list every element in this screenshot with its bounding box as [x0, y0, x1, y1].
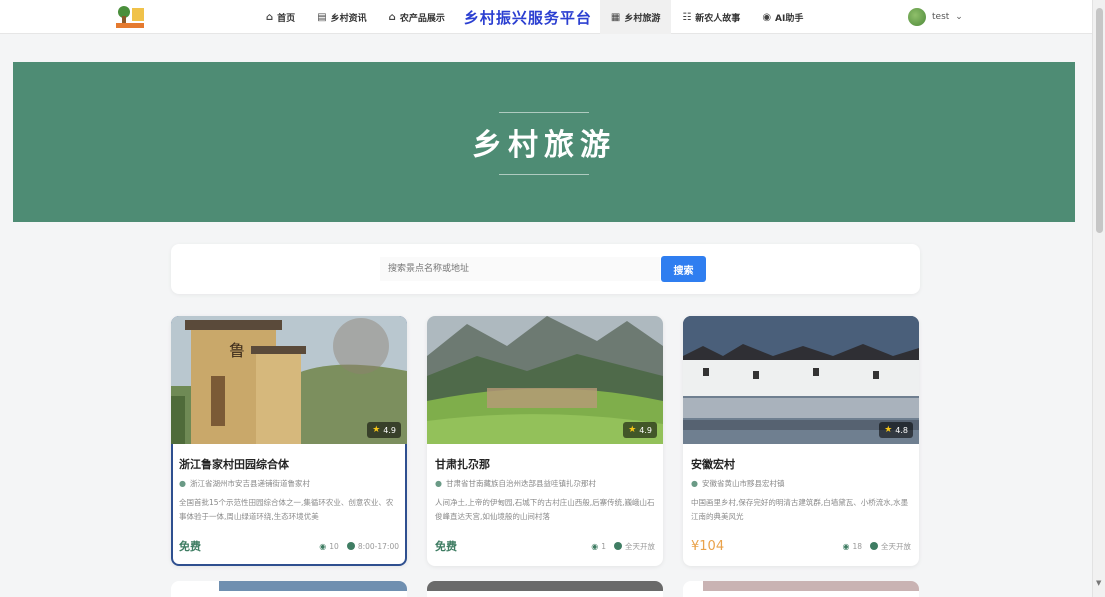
platform-title: 乡村振兴服务平台 — [463, 8, 592, 27]
nav-item-tourism[interactable]: ▦ 乡村旅游 — [599, 0, 672, 34]
location-pin-icon: ● — [435, 479, 442, 488]
card-meta: ◉ 10 8:00-17:00 — [319, 541, 399, 551]
attraction-card-peek[interactable] — [171, 581, 407, 597]
top-navbar: ⌂ 首页 ▤ 乡村资讯 ⌂ 农产品展示 乡村振兴服务平台 ▦ 乡村旅游 ☷ 新农… — [0, 0, 1092, 34]
clock-icon — [346, 542, 355, 550]
card-footer: 免费 ◉ 1 全天开放 — [435, 537, 655, 555]
clock-icon — [870, 542, 878, 550]
card-footer: 免费 ◉ 10 8:00-17:00 — [179, 537, 399, 555]
rating-badge: ★ 4.9 — [367, 422, 401, 438]
location-pin-icon: ● — [691, 479, 698, 488]
search-input[interactable] — [380, 257, 660, 281]
price-label: 免费 — [179, 540, 201, 553]
attraction-description: 人间净土,上帝的伊甸园,石城下的古村庄山西般,后寨传统,巍峨山石俊峰直达天宫,如… — [435, 498, 655, 521]
eye-icon: ◉ — [319, 541, 327, 551]
nav-item-news[interactable]: ▤ 乡村资讯 — [306, 0, 377, 34]
card-footer: ¥104 ◉ 18 全天开放 — [691, 537, 911, 555]
attraction-card-hongcun[interactable]: ★ 4.8 安徽宏村 ● 安徽省黄山市黟县宏村镇 中国画里乡村,保存完好的明清古… — [683, 316, 919, 566]
home-icon: ⌂ — [266, 11, 274, 23]
attraction-description: 中国画里乡村,保存完好的明清古建筑群,白墙黛瓦、小桥流水,水墨江南的典美风光 — [691, 498, 909, 521]
user-name: test — [932, 12, 950, 22]
scrollbar-thumb[interactable] — [1096, 8, 1103, 233]
people-icon: ☷ — [682, 11, 692, 23]
nav-item-stories[interactable]: ☷ 新农人故事 — [671, 0, 751, 34]
site-logo[interactable] — [113, 3, 147, 29]
attraction-location: ● 甘肃省甘南藏族自治州迭部县益哇镇扎尕那村 — [435, 479, 596, 488]
robot-icon: ◉ — [762, 11, 772, 23]
attraction-title: 浙江鲁家村田园综合体 — [179, 458, 289, 471]
rating-badge: ★ 4.9 — [623, 422, 657, 438]
attraction-title: 安徽宏村 — [691, 458, 735, 471]
attraction-card-zhagana[interactable]: ★ 4.9 甘肃扎尕那 ● 甘肃省甘南藏族自治州迭部县益哇镇扎尕那村 人间净土,… — [427, 316, 663, 566]
avatar — [908, 8, 926, 26]
attraction-location: ● 浙江省湖州市安吉县递铺街道鲁家村 — [179, 479, 310, 488]
user-menu[interactable]: test ⌄ — [908, 0, 963, 34]
attraction-image: ★ 4.8 — [683, 316, 919, 444]
svg-text:鲁: 鲁 — [229, 341, 245, 360]
attraction-card-peek[interactable] — [427, 581, 663, 597]
search-button[interactable]: 搜索 — [661, 256, 706, 282]
attraction-location: ● 安徽省黄山市黟县宏村镇 — [691, 479, 785, 488]
price-label: 免费 — [435, 540, 457, 553]
shop-icon: ⌂ — [388, 11, 396, 23]
eye-icon: ◉ — [842, 541, 850, 551]
main-nav: ⌂ 首页 ▤ 乡村资讯 ⌂ 农产品展示 乡村振兴服务平台 ▦ 乡村旅游 ☷ 新农… — [255, 0, 814, 34]
nav-item-products[interactable]: ⌂ 农产品展示 — [378, 0, 456, 34]
chevron-down-icon: ⌄ — [955, 12, 963, 22]
location-pin-icon: ● — [179, 479, 186, 488]
nav-item-home[interactable]: ⌂ 首页 — [255, 0, 306, 34]
attraction-description: 全国首批15个示范性田园综合体之一,集循环农业、创意农业、农事体验于一体,周山绿… — [179, 498, 394, 521]
star-icon: ★ — [884, 425, 893, 435]
attraction-card-peek[interactable] — [683, 581, 919, 597]
hero-title: 乡村旅游 — [472, 128, 616, 163]
newspaper-icon: ▤ — [317, 11, 327, 23]
attraction-card-lujia[interactable]: 鲁 ★ 4.9 浙江鲁家村田园综合体 ● 浙江省湖州市安吉县递铺街道鲁家村 全国… — [171, 316, 407, 566]
map-icon: ▦ — [610, 11, 621, 23]
price-label: ¥104 — [691, 538, 725, 554]
rating-badge: ★ 4.8 — [879, 422, 913, 438]
card-meta: ◉ 1 全天开放 — [591, 541, 655, 551]
card-meta: ◉ 18 全天开放 — [842, 541, 911, 551]
search-panel: 搜索 — [171, 244, 920, 294]
attraction-image: ★ 4.9 — [427, 316, 663, 444]
page-scrollbar[interactable]: ▼ — [1092, 0, 1105, 597]
star-icon: ★ — [372, 425, 381, 435]
eye-icon: ◉ — [591, 541, 599, 551]
hero-banner: 乡村旅游 — [13, 62, 1075, 222]
nav-item-ai-assistant[interactable]: ◉ AI助手 — [751, 0, 814, 34]
attraction-title: 甘肃扎尕那 — [435, 458, 490, 471]
clock-icon — [614, 542, 622, 550]
star-icon: ★ — [628, 425, 637, 435]
attraction-image: 鲁 ★ 4.9 — [171, 316, 407, 444]
hero-divider-bottom — [499, 174, 589, 175]
scroll-down-arrow-icon[interactable]: ▼ — [1096, 579, 1101, 587]
